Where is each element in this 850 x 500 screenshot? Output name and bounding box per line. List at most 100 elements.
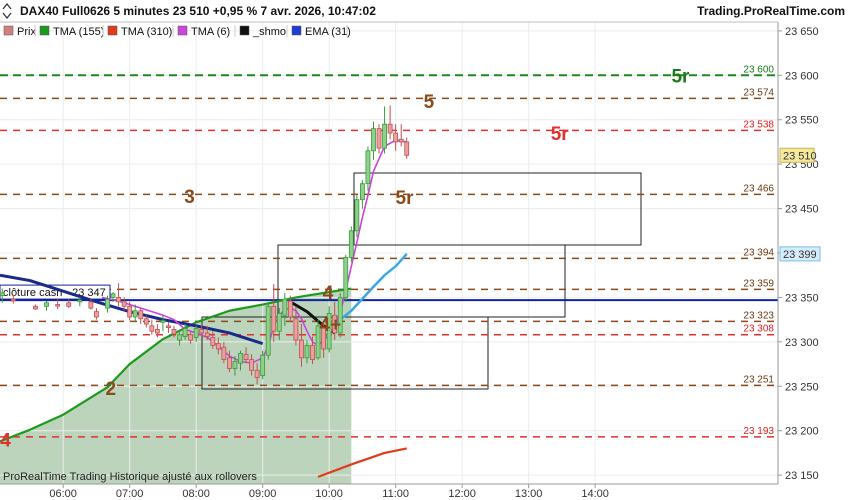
x-tick-label: 13:00 — [515, 488, 543, 500]
wave-label: 5r — [396, 188, 415, 209]
candle-body — [238, 352, 243, 364]
legend-swatch — [291, 25, 302, 36]
level-label: 23 394 — [743, 247, 774, 258]
candle-body — [138, 310, 144, 320]
y-tick-label: 23 250 — [785, 381, 819, 393]
candle-body — [387, 123, 393, 134]
candle-body — [77, 299, 83, 303]
candle-body — [215, 343, 221, 350]
y-tick-label: 23 150 — [785, 470, 819, 482]
level-label: 23 466 — [743, 183, 774, 194]
candle — [260, 350, 266, 380]
candle-body — [44, 302, 49, 307]
price-badge-text: 23 510 — [783, 150, 817, 162]
candle — [354, 195, 360, 238]
candle-body — [182, 328, 188, 337]
candle-body — [149, 325, 155, 332]
candle-body — [154, 329, 160, 334]
candle-body — [33, 305, 38, 310]
candle-body — [276, 313, 282, 332]
candle — [265, 301, 271, 360]
x-tick-label: 06:00 — [49, 488, 77, 500]
level-label: 23 574 — [743, 87, 774, 98]
y-tick-label: 23 600 — [785, 70, 819, 82]
x-tick-label: 11:00 — [382, 488, 409, 500]
candle-body — [121, 301, 127, 307]
candle-body — [204, 332, 210, 337]
candle-body — [132, 310, 138, 318]
legend-label: TMA (6) — [191, 26, 230, 38]
level-label: 23 193 — [743, 426, 774, 437]
chart-title: DAX40 Full0626 5 minutes 23 510 +0,95 % … — [20, 4, 376, 18]
candle-body — [354, 199, 360, 232]
candle-body — [66, 302, 72, 307]
level-label: 23 600 — [743, 64, 774, 75]
y-tick-label: 23 450 — [785, 204, 819, 216]
candle-body — [166, 325, 171, 329]
level-label: 23 251 — [743, 374, 774, 385]
candle-body — [143, 318, 149, 325]
candle-body — [199, 329, 205, 334]
y-tick-label: 23 650 — [785, 26, 819, 38]
candle-body — [271, 305, 277, 332]
candle-body — [365, 150, 371, 185]
candle-body — [55, 304, 61, 307]
candle-body — [88, 301, 94, 309]
wave-label: 3 — [184, 187, 195, 208]
x-tick-label: 10:00 — [315, 488, 343, 500]
candle-body — [348, 230, 354, 258]
candle-body — [376, 128, 382, 149]
candle-body — [94, 311, 99, 318]
candle-body — [260, 354, 266, 377]
candle-body — [127, 305, 133, 318]
y-tick-label: 23 350 — [785, 292, 819, 304]
candle-body — [116, 297, 121, 303]
x-tick-label: 08:00 — [182, 488, 210, 500]
candle-body — [293, 318, 299, 341]
legend-swatch — [239, 25, 250, 36]
level-label: 23 359 — [743, 278, 774, 289]
level-label: 23 308 — [743, 324, 774, 335]
legend-swatch — [107, 25, 118, 36]
candle-body — [210, 337, 216, 346]
candle — [348, 226, 354, 262]
y-tick-label: 23 550 — [785, 115, 819, 127]
candle-body — [282, 298, 288, 316]
x-tick-label: 07:00 — [116, 488, 144, 500]
candle-body — [249, 359, 254, 371]
candle-body — [360, 183, 365, 201]
candle-body — [105, 298, 110, 309]
chart-canvas: 23 600 23 574 23 538 23 466 23 394 23 359 23 3… — [0, 0, 850, 500]
candle-body — [188, 334, 194, 341]
candle-body — [393, 132, 399, 143]
candle-body — [160, 320, 166, 323]
candle-body — [371, 128, 376, 152]
candle-body — [265, 305, 271, 356]
wave-label: 5r — [671, 66, 690, 87]
wave-label: 4 — [0, 431, 11, 452]
candle-body — [232, 360, 238, 369]
candle-body — [398, 138, 404, 143]
candle-body — [254, 369, 260, 378]
legend-label: Prix — [17, 26, 36, 38]
candle — [343, 254, 349, 302]
candle-body — [304, 344, 310, 359]
candle-body — [343, 257, 349, 298]
candle-body — [310, 344, 315, 361]
candle-body — [404, 141, 410, 156]
legend-swatch — [39, 25, 50, 36]
x-tick-label: 09:00 — [249, 488, 277, 500]
legend-label: TMA (155) — [53, 26, 104, 38]
legend-swatch — [177, 25, 188, 36]
level-label: 23 538 — [743, 119, 774, 130]
candle-body — [287, 300, 293, 318]
candle-body — [227, 357, 232, 369]
candle-body — [193, 328, 199, 338]
legend-label: EMA (31) — [305, 26, 351, 38]
legend-swatch — [3, 25, 14, 36]
x-tick-label: 14:00 — [581, 488, 609, 500]
level-label: 23 323 — [743, 310, 774, 321]
brand-label: Trading.ProRealTime.com — [697, 4, 845, 18]
candle-body — [177, 334, 182, 341]
wave-label: 4 — [323, 283, 334, 304]
